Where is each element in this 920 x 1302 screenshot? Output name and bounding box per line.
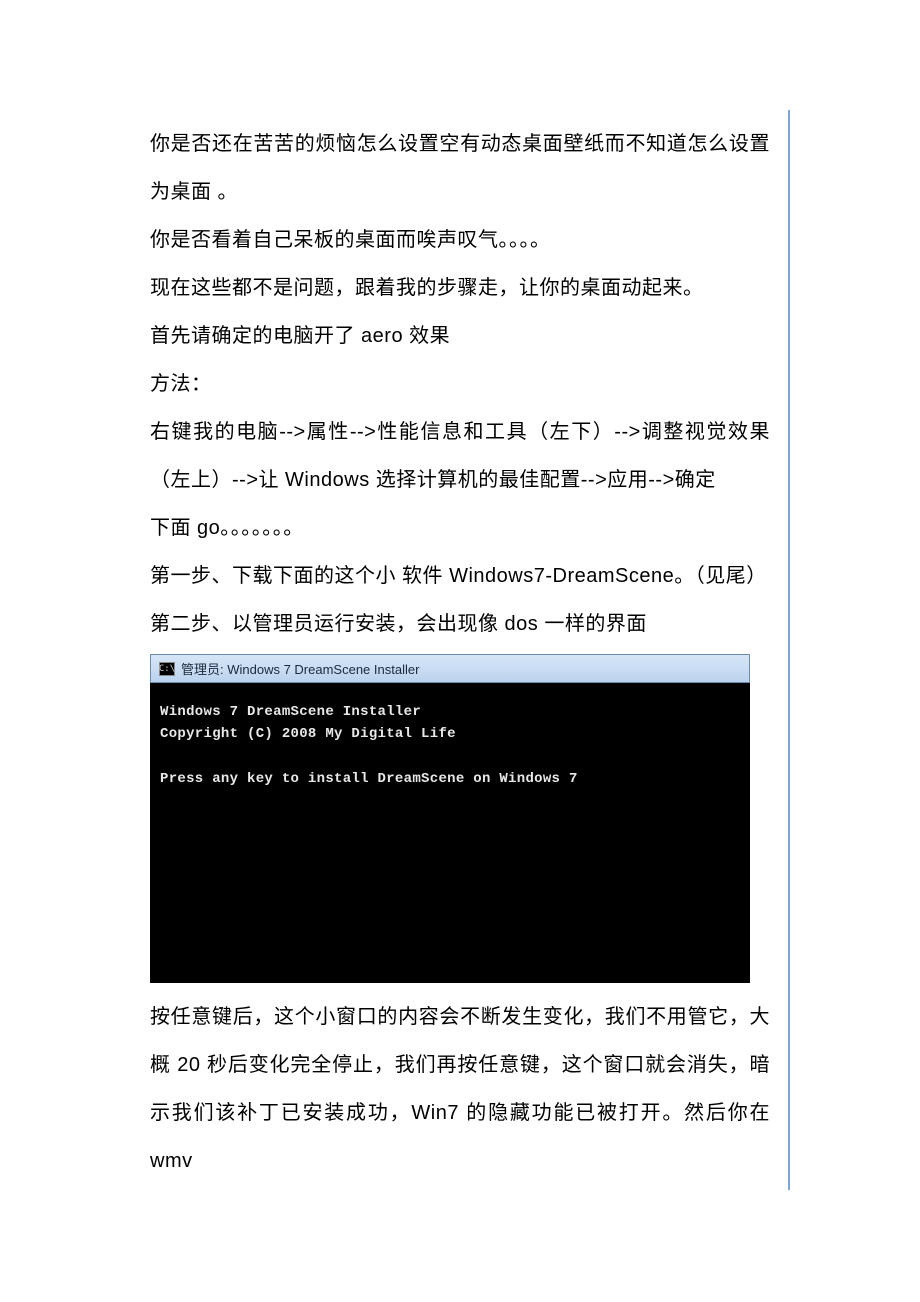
paragraph-go: 下面 go。。。。。。。 <box>150 504 770 552</box>
paragraph-step-2: 第二步、以管理员运行安装，会出现像 dos 一样的界面 <box>150 600 770 648</box>
cmd-titlebar: C:\ 管理员: Windows 7 DreamScene Installer <box>150 654 750 683</box>
cmd-icon: C:\ <box>159 662 175 676</box>
paragraph-step-1: 第一步、下载下面的这个小 软件 Windows7-DreamScene。（见尾） <box>150 552 770 600</box>
margin-rule <box>788 110 790 1190</box>
paragraph-method-label: 方法： <box>150 360 770 408</box>
paragraph-aero: 首先请确定的电脑开了 aero 效果 <box>150 312 770 360</box>
cmd-line-2: Copyright (C) 2008 My Digital Life <box>160 723 740 745</box>
cmd-line-blank <box>160 746 740 768</box>
cmd-body: Windows 7 DreamScene Installer Copyright… <box>150 683 750 983</box>
cmd-window-screenshot: C:\ 管理员: Windows 7 DreamScene Installer … <box>150 654 750 983</box>
paragraph-intro-3: 现在这些都不是问题，跟着我的步骤走，让你的桌面动起来。 <box>150 264 770 312</box>
cmd-line-1: Windows 7 DreamScene Installer <box>160 701 740 723</box>
paragraph-method-steps: 右键我的电脑-->属性-->性能信息和工具（左下）-->调整视觉效果（左上）--… <box>150 408 770 504</box>
paragraph-intro-1: 你是否还在苦苦的烦恼怎么设置空有动态桌面壁纸而不知道怎么设置为桌面 。 <box>150 120 770 216</box>
cmd-line-3: Press any key to install DreamScene on W… <box>160 768 740 790</box>
paragraph-after-cmd: 按任意键后，这个小窗口的内容会不断发生变化，我们不用管它，大概 20 秒后变化完… <box>150 993 770 1185</box>
document-page: 你是否还在苦苦的烦恼怎么设置空有动态桌面壁纸而不知道怎么设置为桌面 。 你是否看… <box>0 0 920 1245</box>
paragraph-intro-2: 你是否看着自己呆板的桌面而唉声叹气。。。。 <box>150 216 770 264</box>
cmd-title-text: 管理员: Windows 7 DreamScene Installer <box>181 659 419 678</box>
